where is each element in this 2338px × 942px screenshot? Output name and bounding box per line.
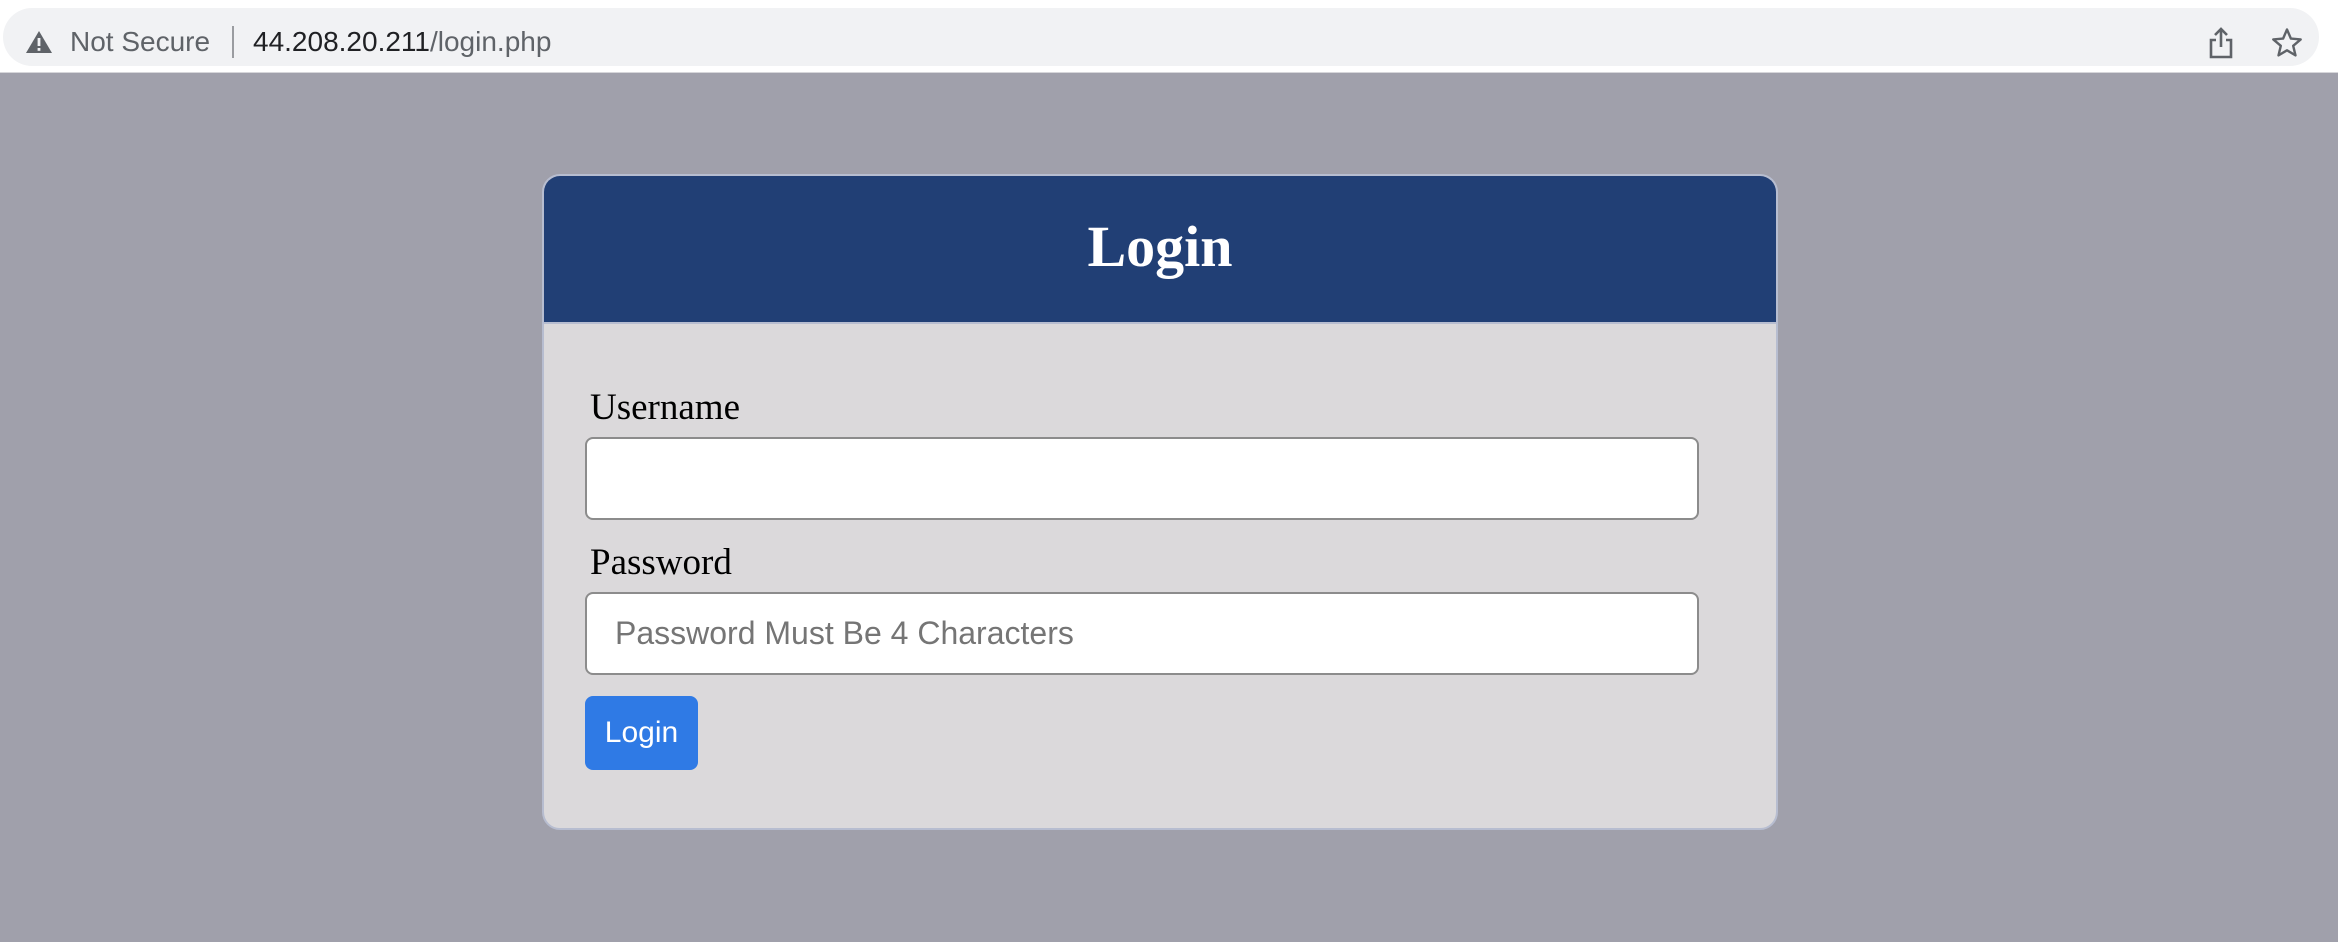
- login-button[interactable]: Login: [585, 696, 698, 770]
- url-divider: [232, 26, 234, 58]
- star-icon[interactable]: [2271, 27, 2303, 59]
- username-label: Username: [590, 387, 740, 428]
- login-card: Login Username Password Login: [542, 174, 1778, 830]
- url-path: /login.php: [429, 26, 552, 57]
- browser-toolbar: Not Secure 44.208.20.211/login.php: [0, 0, 2338, 73]
- address-bar[interactable]: Not Secure 44.208.20.211/login.php: [3, 8, 2319, 66]
- url-host: 44.208.20.211: [253, 26, 430, 57]
- warning-triangle-icon[interactable]: [25, 30, 53, 54]
- share-icon[interactable]: [2207, 27, 2235, 59]
- security-status-label[interactable]: Not Secure: [70, 25, 210, 59]
- login-title: Login: [1087, 214, 1233, 279]
- username-input[interactable]: [585, 437, 1699, 520]
- login-card-header: Login: [544, 176, 1776, 324]
- password-label: Password: [590, 542, 732, 583]
- url-text[interactable]: 44.208.20.211/login.php: [253, 25, 551, 59]
- password-input[interactable]: [585, 592, 1699, 675]
